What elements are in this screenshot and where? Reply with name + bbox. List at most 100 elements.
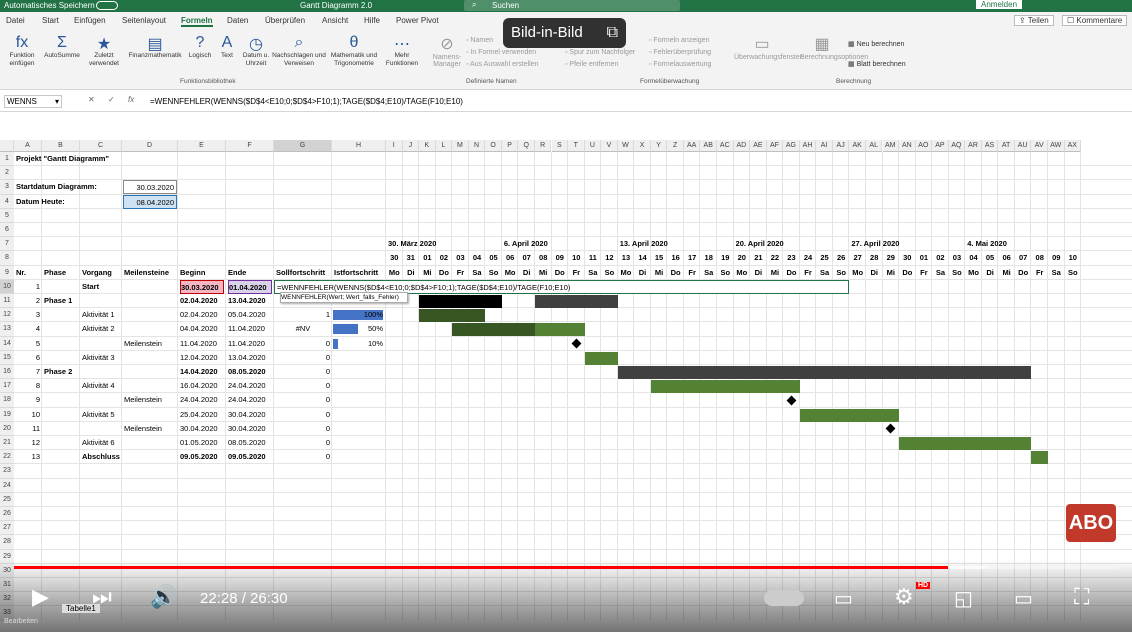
column-header-Z[interactable]: Z xyxy=(667,140,684,152)
task-milestone[interactable] xyxy=(124,308,176,322)
column-header-AG[interactable]: AG xyxy=(783,140,800,152)
task-target-progress[interactable]: 0 xyxy=(276,436,330,450)
volume-icon[interactable]: 🔊 xyxy=(150,584,177,610)
column-header-S[interactable]: S xyxy=(551,140,569,152)
task-begin[interactable]: 01.05.2020 xyxy=(180,436,224,450)
task-target-progress[interactable]: 0 xyxy=(276,450,330,464)
column-header-AS[interactable]: AS xyxy=(981,140,999,152)
column-header-H[interactable]: H xyxy=(332,140,386,152)
task-milestone[interactable] xyxy=(124,294,176,308)
task-end[interactable]: 13.04.2020 xyxy=(228,294,272,308)
task-target-progress[interactable]: 0 xyxy=(276,422,330,436)
column-header-K[interactable]: K xyxy=(419,140,436,152)
task-milestone[interactable]: Meilenstein xyxy=(124,393,176,407)
column-header-AW[interactable]: AW xyxy=(1048,140,1065,152)
task-begin[interactable]: 30.04.2020 xyxy=(180,422,224,436)
task-end[interactable]: 08.05.2020 xyxy=(228,365,272,379)
task-begin[interactable]: 25.04.2020 xyxy=(180,408,224,422)
task-milestone[interactable]: Meilenstein xyxy=(124,422,176,436)
task-activity[interactable]: Start xyxy=(82,280,120,294)
spreadsheet-grid[interactable]: A B C D E F G H I J K L M N O P Q R S T U V W X Y Z AA AB AC AD AE AF AG… xyxy=(0,140,1132,621)
task-begin[interactable]: 16.04.2020 xyxy=(180,379,224,393)
settings-icon[interactable]: ⚙ xyxy=(894,584,914,610)
column-header-V[interactable]: V xyxy=(601,140,618,152)
names-item[interactable]: ▫ In Formel verwenden xyxy=(466,47,539,59)
ribbon-button-5[interactable]: A Text xyxy=(214,34,240,60)
task-begin[interactable]: 04.04.2020 xyxy=(180,322,224,336)
task-begin[interactable]: 02.04.2020 xyxy=(180,308,224,322)
row-header[interactable]: 12 xyxy=(0,308,14,323)
task-end[interactable]: 24.04.2020 xyxy=(228,393,272,407)
column-header-AN[interactable]: AN xyxy=(899,140,916,152)
column-header-E[interactable]: E xyxy=(178,140,226,152)
task-target-progress[interactable]: 0 xyxy=(276,393,330,407)
share-button[interactable]: ⇪ Teilen xyxy=(1014,15,1054,26)
calc-options-button[interactable]: ▦ Berechnungsoptionen xyxy=(800,34,868,61)
task-phase[interactable] xyxy=(44,450,78,464)
column-header-AR[interactable]: AR xyxy=(965,140,982,152)
today-input[interactable]: 08.04.2020 xyxy=(123,194,177,209)
column-title[interactable]: Sollfortschritt xyxy=(276,266,330,280)
task-actual-progress[interactable]: 10% xyxy=(333,337,383,351)
audit-item[interactable]: ▫ Pfeile entfernen xyxy=(565,59,618,71)
search-box[interactable]: ⌕ Suchen xyxy=(464,0,680,11)
row-header[interactable]: 15 xyxy=(0,350,14,365)
column-title[interactable]: Phase xyxy=(44,266,78,280)
menu-tab-powerpivot[interactable]: Power Pivot xyxy=(396,16,439,25)
row-header[interactable]: 4 xyxy=(0,194,14,209)
names-item[interactable]: ▫ Aus Auswahl erstellen xyxy=(466,59,539,71)
column-title[interactable]: Ende xyxy=(228,266,272,280)
column-header-B[interactable]: B xyxy=(42,140,80,152)
theater-icon[interactable]: ▭ xyxy=(1014,586,1033,611)
column-header-F[interactable]: F xyxy=(226,140,274,152)
signin-button[interactable]: Anmelden xyxy=(976,0,1023,9)
column-header-AK[interactable]: AK xyxy=(849,140,866,152)
task-milestone[interactable] xyxy=(124,351,176,365)
row-header[interactable]: 25 xyxy=(0,492,14,507)
column-header-G[interactable]: G xyxy=(274,140,332,152)
task-milestone[interactable] xyxy=(124,379,176,393)
menu-tab-einfügen[interactable]: Einfügen xyxy=(74,16,106,25)
task-activity[interactable]: Aktivität 1 xyxy=(82,308,120,322)
task-activity[interactable] xyxy=(82,365,120,379)
task-end[interactable]: 30.04.2020 xyxy=(228,408,272,422)
column-header-AA[interactable]: AA xyxy=(683,140,701,152)
column-header-AP[interactable]: AP xyxy=(932,140,949,152)
row-header[interactable]: 5 xyxy=(0,208,14,223)
calc-sheet-button[interactable]: ▦ Blatt berechnen xyxy=(848,60,906,68)
column-header-L[interactable]: L xyxy=(435,140,453,152)
task-begin[interactable]: 12.04.2020 xyxy=(180,351,224,365)
column-header-AF[interactable]: AF xyxy=(766,140,784,152)
row-header[interactable]: 7 xyxy=(0,237,14,252)
task-number[interactable]: 6 xyxy=(16,351,40,365)
task-milestone[interactable] xyxy=(124,450,176,464)
task-phase[interactable]: Phase 1 xyxy=(44,294,78,308)
task-phase[interactable] xyxy=(44,408,78,422)
column-header-T[interactable]: T xyxy=(568,140,585,152)
audit-item[interactable]: ▫ Formeln anzeigen xyxy=(649,35,709,47)
row-header[interactable]: 13 xyxy=(0,322,14,337)
fullscreen-icon[interactable]: ⛶ xyxy=(1074,584,1089,610)
names-manager-button[interactable]: ⊘ Namens-Manager xyxy=(432,34,462,68)
column-header-M[interactable]: M xyxy=(452,140,469,152)
task-milestone[interactable] xyxy=(124,436,176,450)
task-phase[interactable] xyxy=(44,436,78,450)
row-header[interactable]: 27 xyxy=(0,521,14,536)
column-header-A[interactable]: A xyxy=(14,140,42,152)
task-end[interactable]: 30.04.2020 xyxy=(228,422,272,436)
row-header[interactable]: 8 xyxy=(0,251,14,266)
ribbon-button-4[interactable]: ? Logisch xyxy=(184,34,216,60)
menu-tab-hilfe[interactable]: Hilfe xyxy=(364,16,380,25)
progress-track[interactable] xyxy=(14,566,1118,569)
task-begin[interactable]: 24.04.2020 xyxy=(180,393,224,407)
ribbon-button-3[interactable]: ▤ Finanzmathematik xyxy=(124,34,186,60)
ribbon-button-1[interactable]: Σ AutoSumme xyxy=(40,34,84,60)
task-activity[interactable]: Aktivität 5 xyxy=(82,408,120,422)
cancel-icon[interactable]: ✕ xyxy=(88,95,95,104)
menu-tab-ansicht[interactable]: Ansicht xyxy=(322,16,348,25)
task-number[interactable]: 3 xyxy=(16,308,40,322)
task-target-progress[interactable]: 0 xyxy=(276,365,330,379)
task-phase[interactable]: Phase 2 xyxy=(44,365,78,379)
row-header[interactable]: 19 xyxy=(0,407,14,422)
task-target-progress[interactable]: 0 xyxy=(276,408,330,422)
